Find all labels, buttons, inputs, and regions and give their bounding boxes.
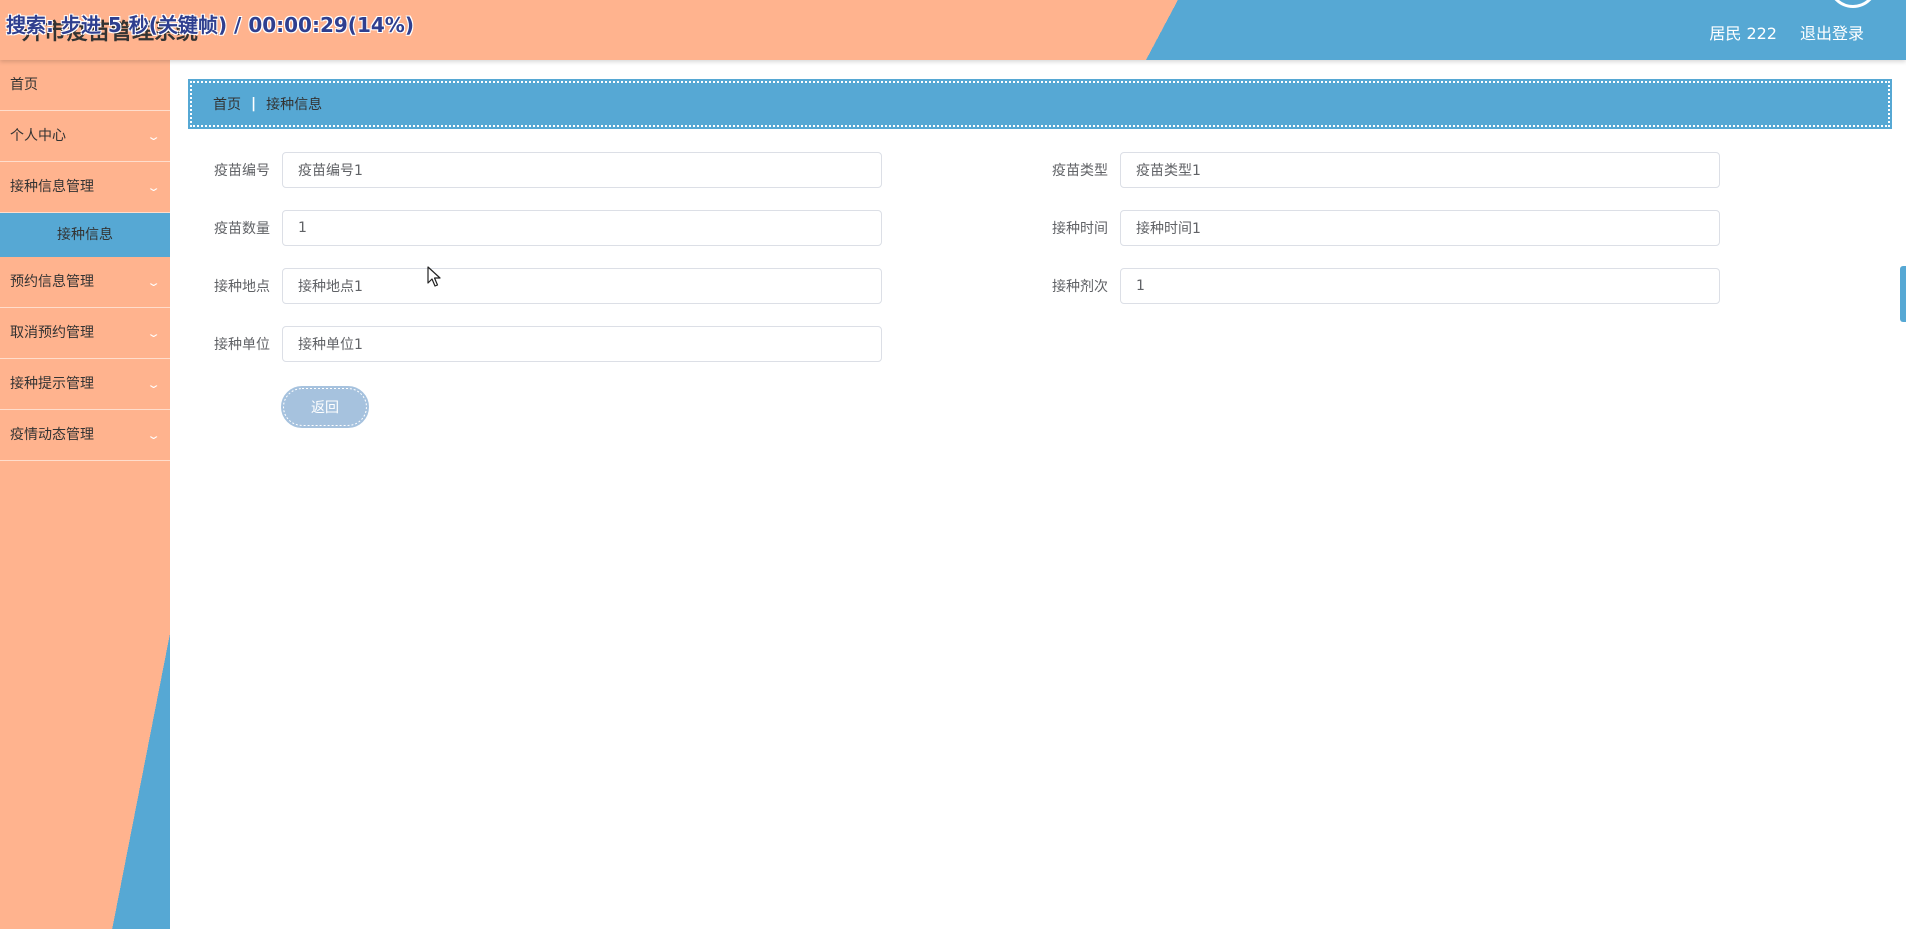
chevron-down-icon: ⌄ — [146, 130, 161, 143]
breadcrumb-current: 接种信息 — [266, 97, 323, 113]
vacc-unit-label: 接种单位 — [214, 337, 270, 353]
sidebar-item-epidemic-news[interactable]: 疫情动态管理 ⌄ — [0, 410, 170, 461]
main-content: 首页 | 接种信息 疫苗编号 疫苗数量 接种地点 接种单位 疫苗类型 接种时间 … — [170, 60, 1906, 929]
sidebar-item-home[interactable]: 首页 — [0, 60, 170, 111]
chevron-down-icon: ⌄ — [146, 429, 161, 442]
avatar[interactable] — [1828, 0, 1878, 8]
sidebar-item-cancel-appointment[interactable]: 取消预约管理 ⌄ — [0, 308, 170, 359]
chevron-down-icon: ⌄ — [146, 181, 161, 194]
form-item-vacc-place: 接种地点 — [210, 268, 882, 304]
form-item-vaccine-no: 疫苗编号 — [210, 152, 882, 188]
sidebar-item-personal-center[interactable]: 个人中心 ⌄ — [0, 111, 170, 162]
sidebar-item-label: 个人中心 — [10, 128, 66, 144]
vacc-dose-label: 接种剂次 — [1052, 279, 1108, 295]
vaccine-qty-input[interactable] — [282, 210, 882, 246]
form-item-vacc-dose: 接种剂次 — [1048, 268, 1720, 304]
vacc-place-input[interactable] — [282, 268, 882, 304]
sidebar-item-label: 取消预约管理 — [10, 325, 94, 341]
sidebar-item-label: 预约信息管理 — [10, 274, 94, 290]
logout-link[interactable]: 退出登录 — [1800, 20, 1864, 44]
vaccine-type-input[interactable] — [1120, 152, 1720, 188]
breadcrumb-home[interactable]: 首页 — [213, 94, 241, 114]
vaccine-type-label: 疫苗类型 — [1052, 163, 1108, 179]
vacc-time-input[interactable] — [1120, 210, 1720, 246]
form-item-vaccine-type: 疫苗类型 — [1048, 152, 1720, 188]
vaccine-qty-label: 疫苗数量 — [214, 221, 270, 237]
chevron-down-icon: ⌄ — [146, 327, 161, 340]
vaccine-no-label: 疫苗编号 — [214, 163, 270, 179]
breadcrumb-separator: | — [251, 96, 257, 112]
current-user: 居民 222 — [1709, 24, 1777, 43]
sidebar-item-label: 接种信息管理 — [10, 179, 94, 195]
sidebar-subitem-vaccination-info[interactable]: 接种信息 — [0, 213, 170, 257]
top-header: 升市疫苗管理系统 搜索: 步进 5 秒(关键帧) / 00:00:29(14%)… — [0, 0, 1906, 60]
chevron-down-icon: ⌄ — [146, 378, 161, 391]
sidebar-item-vaccination-reminder[interactable]: 接种提示管理 ⌄ — [0, 359, 170, 410]
form-item-vacc-time: 接种时间 — [1048, 210, 1720, 246]
vacc-time-label: 接种时间 — [1052, 221, 1108, 237]
sidebar-item-label: 疫情动态管理 — [10, 427, 94, 443]
sidebar: 首页 个人中心 ⌄ 接种信息管理 ⌄ 接种信息 预约信息管理 ⌄ 取消预约管理 … — [0, 60, 170, 929]
chevron-down-icon: ⌄ — [146, 276, 161, 289]
back-button[interactable]: 返回 — [281, 386, 369, 428]
vacc-place-label: 接种地点 — [214, 279, 270, 295]
sidebar-item-vaccination-management[interactable]: 接种信息管理 ⌄ — [0, 162, 170, 213]
mouse-cursor-icon — [427, 266, 441, 287]
sidebar-item-label: 接种提示管理 — [10, 376, 94, 392]
sidebar-item-label: 首页 — [10, 77, 38, 93]
vacc-dose-input[interactable] — [1120, 268, 1720, 304]
vaccine-no-input[interactable] — [282, 152, 882, 188]
sidebar-item-appointment-management[interactable]: 预约信息管理 ⌄ — [0, 257, 170, 308]
vacc-unit-input[interactable] — [282, 326, 882, 362]
player-overlay-text: 搜索: 步进 5 秒(关键帧) / 00:00:29(14%) — [6, 13, 414, 37]
scrollbar-handle[interactable] — [1900, 266, 1906, 322]
form-item-vaccine-qty: 疫苗数量 — [210, 210, 882, 246]
form-item-vacc-unit: 接种单位 — [210, 326, 882, 362]
breadcrumb: 首页 | 接种信息 — [188, 79, 1892, 129]
